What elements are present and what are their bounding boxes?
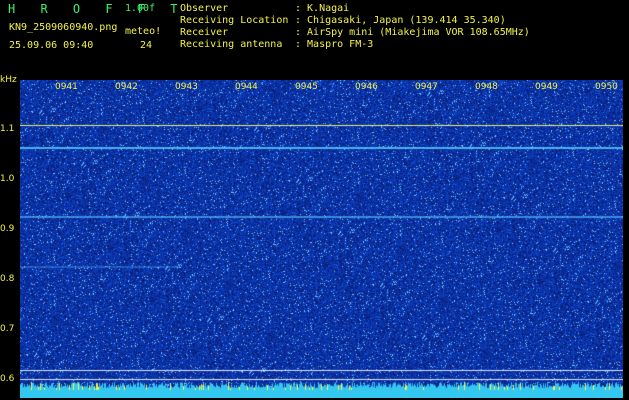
observer-value: : K.Nagai <box>295 3 350 14</box>
spectrogram-canvas <box>20 80 623 398</box>
x-tick-0948: 0948 <box>475 82 498 92</box>
y-axis-unit: kHz <box>0 75 17 85</box>
meteor-label: meteo! <box>125 26 162 37</box>
x-tick-0943: 0943 <box>175 82 198 92</box>
x-tick-0944: 0944 <box>235 82 258 92</box>
meteor-count: 24 <box>140 40 153 51</box>
location-value: : Chigasaki, Japan (139.414 35.340) <box>295 15 506 26</box>
date-time: 25.09.06 09:40 <box>9 40 94 51</box>
location-label: Receiving Location <box>180 15 289 26</box>
y-tick-0.8: 0.8 <box>0 274 15 284</box>
app-title: H R O F F T <box>8 2 187 16</box>
receiver-value: : AirSpy mini (Miakejima VOR 108.65MHz) <box>295 27 530 38</box>
x-tick-0942: 0942 <box>115 82 138 92</box>
x-tick-0941: 0941 <box>55 82 78 92</box>
x-tick-0949: 0949 <box>535 82 558 92</box>
y-tick-0.6: 0.6 <box>0 374 15 384</box>
x-tick-0950: 0950 <box>595 82 618 92</box>
spectrogram <box>20 80 623 398</box>
x-tick-0947: 0947 <box>415 82 438 92</box>
antenna-label: Receiving antenna <box>180 39 283 50</box>
y-tick-0.7: 0.7 <box>0 324 15 334</box>
app-version: 1.00f <box>125 3 156 14</box>
x-tick-0946: 0946 <box>355 82 378 92</box>
y-tick-0.9: 0.9 <box>0 224 15 234</box>
observer-label: Observer <box>180 3 229 14</box>
receiver-label: Receiver <box>180 27 229 38</box>
y-tick-1.0: 1.0 <box>0 174 15 184</box>
x-tick-0945: 0945 <box>295 82 318 92</box>
y-tick-1.1: 1.1 <box>0 124 15 134</box>
file-name: KN9_2509060940.png <box>9 22 118 33</box>
antenna-value: : Maspro FM-3 <box>295 39 374 50</box>
